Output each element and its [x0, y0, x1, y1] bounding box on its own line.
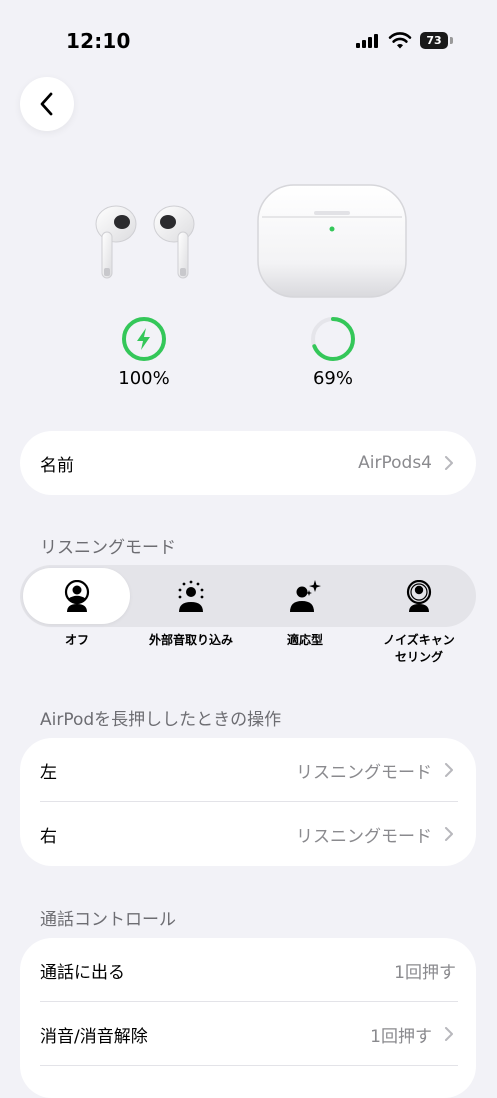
mode-adaptive-option[interactable]	[248, 565, 362, 627]
mode-off-option[interactable]	[23, 568, 130, 624]
press-hold-card: 左 リスニングモード 右 リスニングモード	[20, 738, 476, 866]
noise-cancel-icon	[406, 580, 432, 612]
name-card: 名前 AirPods4	[20, 431, 476, 495]
buds-battery-label: 100%	[118, 368, 170, 389]
battery-tip	[450, 37, 453, 44]
case-battery-ring	[311, 317, 355, 361]
mode-noise-cancel-label: ノイズキャン セリング	[362, 632, 476, 666]
mode-noise-cancel-label-line1: ノイズキャン	[383, 633, 455, 647]
chevron-right-icon	[445, 827, 453, 841]
mode-off-label: オフ	[64, 633, 89, 647]
battery-icon: 73	[420, 32, 448, 49]
name-value: AirPods4	[358, 453, 432, 473]
name-row[interactable]: 名前 AirPods4	[20, 431, 476, 495]
case-battery-label: 69%	[312, 368, 353, 389]
mode-noise-cancel-option[interactable]	[362, 565, 476, 627]
status-time: 12:10	[66, 29, 131, 53]
press-hold-right-label: 右	[40, 826, 57, 847]
chevron-right-icon	[445, 1027, 453, 1041]
chevron-right-icon	[445, 456, 453, 470]
mute-unmute-value: 1回押す	[370, 1026, 432, 1047]
press-hold-left-value: リスニングモード	[296, 762, 432, 783]
mute-unmute-row[interactable]: 消音/消音解除 1回押す	[20, 1002, 476, 1066]
adaptive-icon	[290, 580, 321, 612]
back-button[interactable]	[20, 77, 74, 131]
chevron-left-icon	[40, 92, 53, 116]
call-controls-card: 通話に出る 1回押す 消音/消音解除 1回押す	[20, 938, 476, 1098]
cellular-signal-icon	[356, 34, 380, 48]
answer-call-value: 1回押す	[394, 962, 456, 983]
airpods-case-image	[257, 184, 407, 298]
press-hold-right-row[interactable]: 右 リスニングモード	[20, 802, 476, 866]
charging-bolt-icon	[137, 328, 150, 350]
mute-unmute-label: 消音/消音解除	[40, 1026, 148, 1047]
name-label: 名前	[40, 455, 74, 476]
press-hold-left-label: 左	[40, 762, 57, 783]
listening-mode-header: リスニングモード	[40, 538, 176, 558]
press-hold-right-value: リスニングモード	[296, 826, 432, 847]
mode-transparency-label: 外部音取り込み	[148, 633, 233, 647]
press-hold-header: AirPodを長押ししたときの操作	[40, 710, 282, 730]
buds-battery-ring	[122, 317, 166, 361]
mode-transparency-option[interactable]	[134, 565, 248, 627]
call-controls-header: 通話コントロール	[40, 910, 176, 930]
answer-call-row[interactable]: 通話に出る 1回押す	[20, 938, 476, 1002]
status-bar: 12:10 73	[0, 0, 497, 80]
chevron-right-icon	[445, 763, 453, 777]
mode-noise-cancel-label-line2: セリング	[394, 650, 443, 664]
mode-adaptive-label: 適応型	[286, 633, 323, 647]
person-off-icon	[64, 580, 89, 612]
listening-mode-selector	[20, 565, 476, 627]
answer-call-label: 通話に出る	[40, 962, 125, 983]
press-hold-left-row[interactable]: 左 リスニングモード	[20, 738, 476, 802]
wifi-icon	[388, 32, 412, 49]
airpods-buds-image	[95, 205, 195, 279]
transparency-icon	[178, 580, 204, 612]
